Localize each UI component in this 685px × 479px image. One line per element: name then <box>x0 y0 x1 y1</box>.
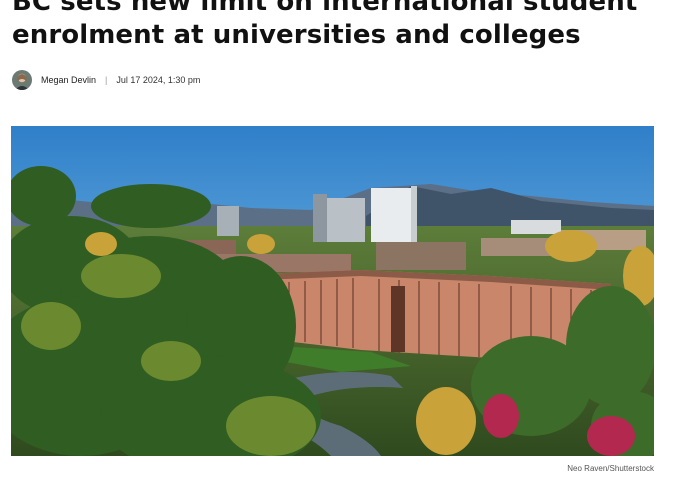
byline: Megan Devlin | Jul 17 2024, 1:30 pm <box>12 69 200 91</box>
publish-date: Jul 17 2024, 1:30 pm <box>116 75 201 85</box>
image-credit: Neo Raven/Shutterstock <box>567 464 654 473</box>
article-hero-photo <box>11 126 654 456</box>
author-name[interactable]: Megan Devlin <box>41 75 96 85</box>
author-avatar[interactable] <box>12 70 32 90</box>
byline-separator: | <box>105 75 108 85</box>
article-headline: BC sets new limit on international stude… <box>12 0 638 50</box>
